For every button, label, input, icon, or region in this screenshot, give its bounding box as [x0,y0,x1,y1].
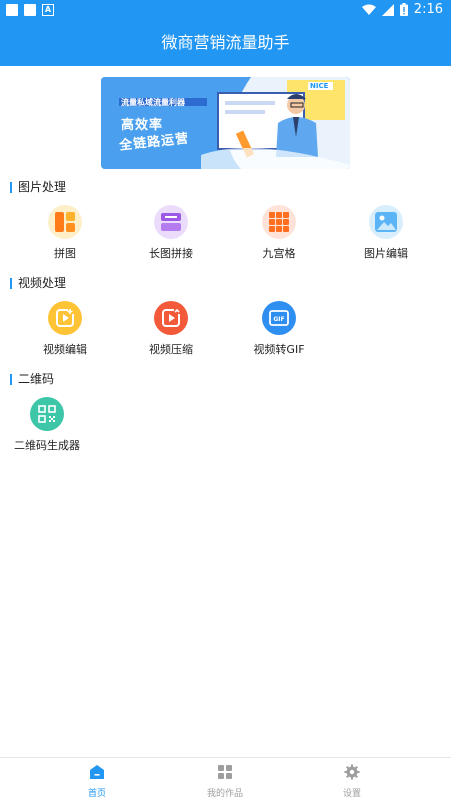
banner-tag: NICE [310,82,329,90]
video-compress-icon [154,301,188,335]
gear-icon [344,764,360,780]
section-title-qrcode: 二维码 [10,373,54,385]
signal-icon [381,3,394,16]
wifi-icon [361,4,376,15]
grid-item-label: 二维码生成器 [14,439,80,452]
tab-home[interactable]: 首页 [57,764,137,799]
status-left-icons: A [6,4,54,16]
promo-banner[interactable]: 流量私域流量利器 NICE 高效率 全链路运营 [101,77,350,169]
grid-item-label: 视频压缩 [149,343,193,356]
status-time: 2:16 [413,2,443,17]
battery-icon [399,3,408,16]
grid-item-long-image[interactable]: 长图拼接 [116,205,226,261]
status-right-icons: 2:16 [361,2,443,17]
grid-item-label: 长图拼接 [149,247,193,260]
tab-settings[interactable]: 设置 [312,764,392,799]
grid-item-video-edit[interactable]: 视频编辑 [10,301,120,357]
svg-text:GIF: GIF [273,316,284,323]
grid-item-video-to-gif[interactable]: GIF 视频转GIF [224,301,334,357]
tab-label: 我的作品 [206,789,243,799]
grid-item-qrcode-generator[interactable]: 二维码生成器 [0,397,102,453]
video-to-gif-icon: GIF [262,301,296,335]
grid-item-label: 视频编辑 [43,343,87,356]
page-title: 微商营销流量助手 [161,33,290,52]
banner-subtitle: 流量私域流量利器 [121,98,185,107]
tab-label: 首页 [87,789,106,799]
image-edit-icon [369,205,403,239]
grid-item-label: 拼图 [54,247,76,260]
home-icon [90,765,104,779]
section-title-image: 图片处理 [10,181,66,193]
grid-item-puzzle[interactable]: 拼图 [10,205,120,261]
video-edit-icon [48,301,82,335]
grid-item-nine-grid[interactable]: 九宫格 [224,205,334,261]
grid-item-label: 视频转GIF [253,343,305,356]
grid-item-label: 图片编辑 [364,247,408,260]
bottom-tab-bar: 首页 我的作品 设置 [0,757,451,800]
status-bar: A 2:16 [0,0,451,20]
grid-item-label: 九宫格 [262,247,296,260]
notification-icon [6,4,18,16]
grid-icon [218,765,232,779]
app-bar: 微商营销流量助手 [0,20,451,66]
long-image-stitch-icon [154,205,188,239]
notification-letter-icon: A [42,4,54,16]
grid-item-image-edit[interactable]: 图片编辑 [331,205,441,261]
qrcode-icon [30,397,64,431]
nine-grid-icon [262,205,296,239]
grid-item-video-compress[interactable]: 视频压缩 [116,301,226,357]
puzzle-icon [48,205,82,239]
section-title-video: 视频处理 [10,277,66,289]
notification-icon [24,4,36,16]
tab-label: 设置 [342,789,361,799]
tab-my-works[interactable]: 我的作品 [185,764,265,799]
